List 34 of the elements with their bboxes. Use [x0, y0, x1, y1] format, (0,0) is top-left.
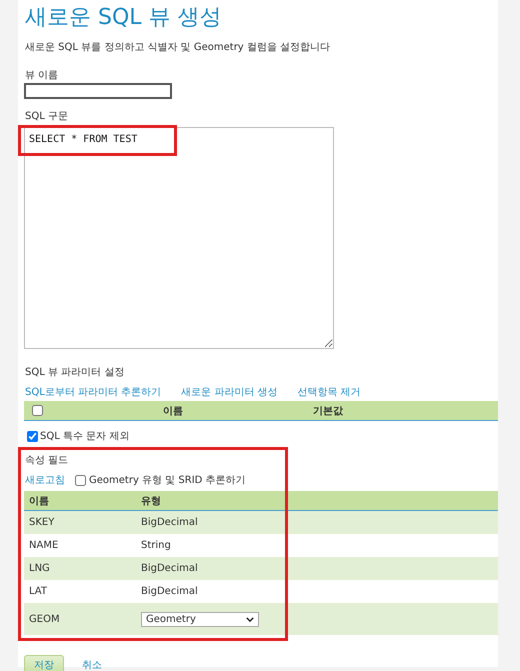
table-cell-text: SKEY	[28, 517, 56, 528]
action-link[interactable]: 선택항목 제거	[298, 385, 361, 399]
select-all-checkbox[interactable]	[32, 405, 43, 416]
column-header: 이름	[163, 404, 183, 418]
escape-checkbox[interactable]	[27, 430, 38, 442]
table-cell: BigDecimal	[141, 586, 198, 597]
guess-checkbox[interactable]	[75, 474, 86, 486]
field-label: 뷰 이름	[25, 69, 60, 82]
table-cell: BigDecimal	[141, 563, 198, 574]
field-label: SQL 구문	[25, 110, 69, 123]
refresh-link[interactable]: 새로고침	[25, 473, 65, 487]
table-cell-text: LAT	[28, 586, 48, 597]
section-label: SQL 뷰 파라미터 설정	[25, 366, 126, 379]
type-dropdown[interactable]: Geometry	[141, 612, 259, 626]
section-label: 속성 필드	[25, 454, 70, 467]
table-cell-text: NAME	[28, 540, 60, 551]
table-cell-text: GEOM	[28, 614, 61, 624]
checkbox-label: SQL 특수 문자 제외	[40, 430, 130, 443]
table-cell: String	[141, 540, 171, 551]
column-header: 유형	[141, 494, 161, 508]
save-button[interactable]: 저장	[24, 655, 64, 671]
checkbox-label: Geometry 유형 및 SRID 추론하기	[89, 474, 246, 487]
column-header: 기본값	[313, 404, 343, 418]
table-cell-text: LNG	[28, 563, 51, 574]
view-name-input[interactable]	[24, 83, 172, 99]
action-link[interactable]: SQL로부터 파라미터 추론하기	[25, 385, 162, 399]
sql-textarea[interactable]: SELECT * FROM TEST	[24, 127, 334, 349]
action-link[interactable]: 새로운 파라미터 생성	[181, 385, 278, 399]
cancel-link[interactable]: 취소	[82, 658, 102, 671]
table-cell: BigDecimal	[141, 517, 198, 528]
page-description: 새로운 SQL 뷰를 정의하고 식별자 및 Geometry 컬럼을 설정합니다	[25, 41, 332, 54]
column-header: 이름	[28, 494, 50, 508]
chevron-down-icon	[246, 616, 254, 622]
page-title: 새로운 SQL 뷰 생성	[25, 4, 223, 32]
